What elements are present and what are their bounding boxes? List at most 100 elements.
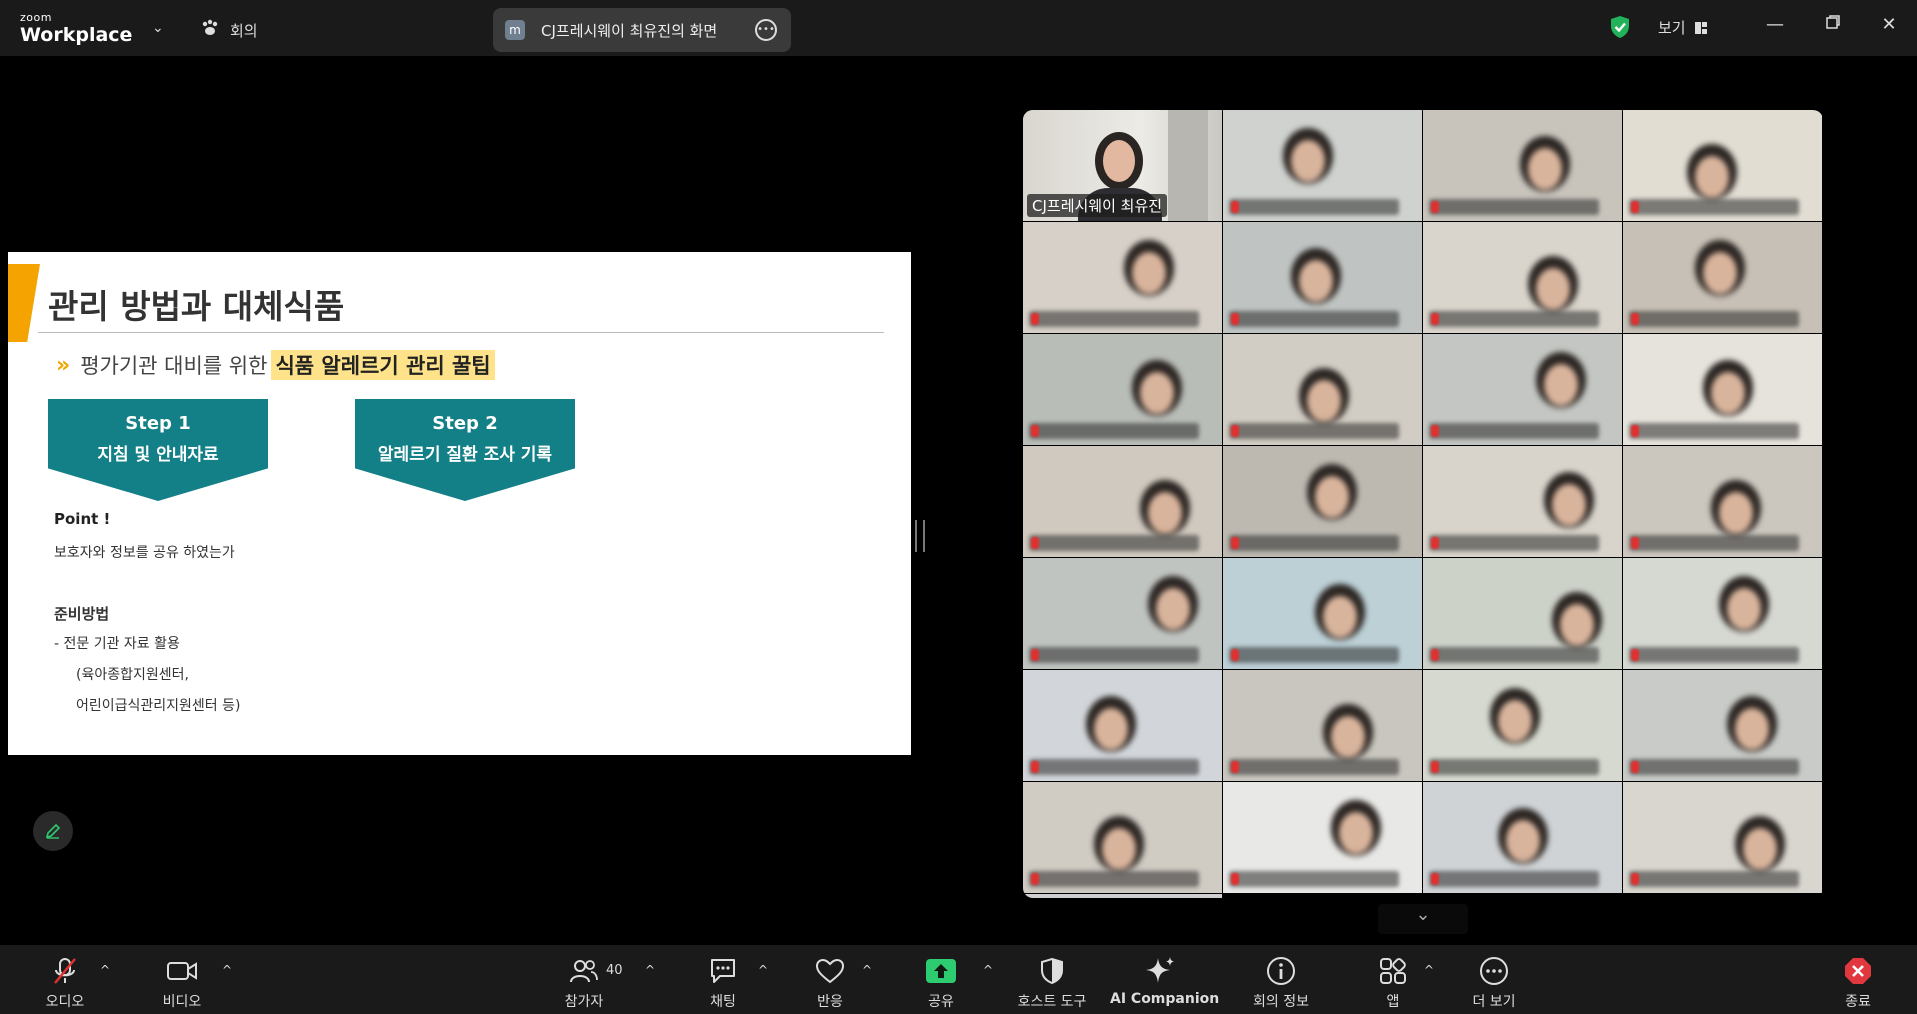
muted-mic-icon: [1031, 649, 1039, 661]
video-tile[interactable]: [1423, 558, 1622, 669]
restore-icon[interactable]: [1821, 14, 1845, 35]
chevron-down-icon[interactable]: ⌄: [152, 20, 164, 36]
video-tile[interactable]: [1423, 782, 1622, 893]
sharer-avatar: m: [505, 20, 525, 40]
paw-icon: [200, 18, 220, 42]
minimize-icon[interactable]: —: [1763, 14, 1787, 35]
video-options-caret[interactable]: ^: [222, 963, 232, 977]
pencil-icon: [45, 823, 61, 839]
video-tile[interactable]: [1623, 782, 1822, 893]
video-tile[interactable]: [1423, 446, 1622, 557]
view-label: 보기: [1658, 19, 1686, 37]
more-options-icon[interactable]: •••: [755, 19, 777, 41]
muted-mic-icon: [1031, 761, 1039, 773]
video-tile[interactable]: [1023, 782, 1222, 893]
shared-screen: 관리 방법과 대체식품 » 평가기관 대비를 위한 식품 알레르기 관리 꿀팁 …: [8, 252, 911, 755]
muted-mic-icon: [1631, 761, 1639, 773]
heart-icon: [815, 958, 845, 984]
share-options-caret[interactable]: ^: [983, 963, 993, 977]
video-tile-active-speaker[interactable]: CJ프레시웨이 최유진: [1023, 110, 1222, 221]
screen-share-indicator[interactable]: m CJ프레시웨이 최유진의 화면 •••: [493, 8, 791, 52]
apps-button[interactable]: 앱: [1378, 955, 1408, 1011]
muted-mic-icon: [1231, 649, 1239, 661]
video-tile[interactable]: [1223, 558, 1422, 669]
video-tile[interactable]: [1623, 446, 1822, 557]
video-tile[interactable]: [1223, 670, 1422, 781]
participant-count: 40: [606, 963, 623, 978]
muted-mic-icon: [1231, 425, 1239, 437]
participants-button[interactable]: 참가자: [556, 955, 612, 1011]
share-label: 공유: [928, 994, 954, 1010]
participant-name-blurred: [1229, 871, 1399, 887]
video-button[interactable]: 비디오: [156, 955, 208, 1011]
participant-name-blurred: [1229, 199, 1399, 215]
view-button[interactable]: 보기: [1658, 17, 1708, 38]
resize-handle[interactable]: [915, 520, 925, 552]
apps-options-caret[interactable]: ^: [1424, 963, 1434, 977]
participant-name-blurred: [1029, 311, 1199, 327]
slide-subtitle: » 평가기관 대비를 위한 식품 알레르기 관리 꿀팁: [56, 350, 495, 380]
end-label: 종료: [1845, 994, 1871, 1010]
video-tile[interactable]: [1623, 558, 1822, 669]
slide-title: 관리 방법과 대체식품: [48, 287, 345, 326]
active-speaker-name: CJ프레시웨이 최유진: [1027, 194, 1168, 217]
point-title: Point !: [54, 510, 111, 528]
security-shield-icon[interactable]: [1609, 15, 1631, 39]
participant-name-blurred: [1629, 199, 1799, 215]
step-2-banner: Step 2 알레르기 질환 조사 기록: [355, 399, 575, 501]
reactions-options-caret[interactable]: ^: [862, 963, 872, 977]
shield-icon: [1041, 957, 1063, 985]
host-tools-label: 호스트 도구: [1017, 994, 1087, 1010]
video-tile[interactable]: [1023, 446, 1222, 557]
chat-button[interactable]: 채팅: [700, 955, 746, 1011]
share-button[interactable]: 공유: [920, 955, 962, 1011]
audio-button[interactable]: 오디오: [40, 955, 90, 1011]
video-tile[interactable]: [1423, 670, 1622, 781]
audio-label: 오디오: [45, 994, 85, 1010]
video-tile[interactable]: [1423, 334, 1622, 445]
video-tile[interactable]: [1623, 222, 1822, 333]
video-tile[interactable]: [1423, 222, 1622, 333]
muted-mic-icon: [1431, 761, 1439, 773]
video-tile[interactable]: [1223, 334, 1422, 445]
participants-options-caret[interactable]: ^: [645, 963, 655, 977]
apps-label: 앱: [1386, 994, 1400, 1010]
participant-name-blurred: [1029, 647, 1199, 663]
brand-small: zoom: [20, 11, 52, 24]
meeting-info-label: 회의 정보: [1253, 994, 1309, 1010]
end-meeting-button[interactable]: 종료: [1838, 955, 1878, 1011]
video-tile[interactable]: [1423, 110, 1622, 221]
meeting-info-button[interactable]: 회의 정보: [1246, 955, 1316, 1011]
zoom-workplace-logo[interactable]: zoom Workplace: [20, 11, 133, 47]
video-tile[interactable]: [1223, 446, 1422, 557]
video-tile[interactable]: [1023, 334, 1222, 445]
brand-large: Workplace: [20, 24, 133, 46]
video-tile[interactable]: [1623, 670, 1822, 781]
ai-companion-button[interactable]: AI Companion: [1110, 955, 1219, 1007]
video-tile[interactable]: [1023, 558, 1222, 669]
video-tile[interactable]: [1223, 782, 1422, 893]
reactions-button[interactable]: 반응: [806, 955, 854, 1011]
muted-mic-icon: [1631, 313, 1639, 325]
muted-mic-icon: [1631, 537, 1639, 549]
microphone-muted-icon: [54, 958, 76, 984]
close-icon[interactable]: ✕: [1877, 14, 1901, 35]
host-tools-button[interactable]: 호스트 도구: [1010, 955, 1094, 1011]
video-tile[interactable]: [1623, 110, 1822, 221]
participants-icon: [570, 960, 598, 983]
participant-name-blurred: [1629, 535, 1799, 551]
gallery-scroll-down-button[interactable]: ⌄: [1378, 904, 1468, 934]
more-button[interactable]: 더 보기: [1468, 955, 1520, 1011]
audio-options-caret[interactable]: ^: [100, 963, 110, 977]
meeting-menu[interactable]: 회의: [200, 18, 258, 42]
muted-mic-icon: [1231, 313, 1239, 325]
video-tile[interactable]: [1223, 222, 1422, 333]
step-1-banner: Step 1 지침 및 안내자료: [48, 399, 268, 501]
chat-options-caret[interactable]: ^: [758, 963, 768, 977]
video-tile[interactable]: [1023, 670, 1222, 781]
video-tile[interactable]: [1623, 334, 1822, 445]
video-tile[interactable]: [1023, 222, 1222, 333]
annotate-button[interactable]: [33, 811, 73, 851]
video-tile[interactable]: [1023, 894, 1222, 898]
video-tile[interactable]: [1223, 110, 1422, 221]
